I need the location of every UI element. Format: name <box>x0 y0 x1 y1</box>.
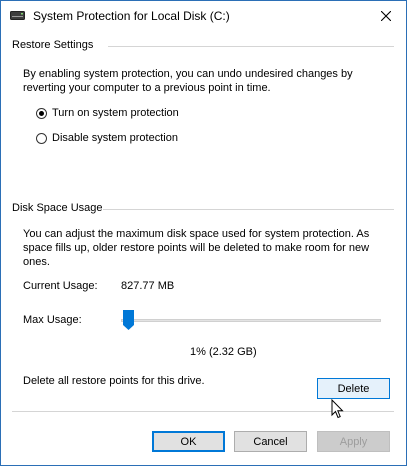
max-usage-slider-track[interactable] <box>121 319 381 322</box>
ok-button[interactable]: OK <box>152 431 225 452</box>
current-usage-value: 827.77 MB <box>121 280 175 292</box>
close-icon <box>381 11 391 21</box>
disk-description-line: ones. <box>23 256 50 268</box>
delete-description: Delete all restore points for this drive… <box>23 375 205 387</box>
max-usage-label: Max Usage: <box>23 314 82 326</box>
window-title: System Protection for Local Disk (C:) <box>33 9 230 23</box>
disk-space-divider <box>103 209 394 210</box>
current-usage-label: Current Usage: <box>23 280 98 292</box>
max-usage-slider-thumb[interactable] <box>123 310 135 330</box>
title-bar[interactable]: System Protection for Local Disk (C:) <box>1 1 406 31</box>
restore-description-line: By enabling system protection, you can u… <box>23 68 353 80</box>
radio-label: Disable system protection <box>52 132 178 144</box>
disk-space-description: You can adjust the maximum disk space us… <box>23 227 369 269</box>
restore-settings-description: By enabling system protection, you can u… <box>23 67 353 95</box>
restore-settings-divider <box>108 46 394 47</box>
radio-disable-protection[interactable]: Disable system protection <box>36 130 178 146</box>
disk-description-line: You can adjust the maximum disk space us… <box>23 228 370 240</box>
radio-button-unselected[interactable] <box>36 132 47 144</box>
close-button[interactable] <box>366 1 406 31</box>
disk-space-heading: Disk Space Usage <box>12 202 103 214</box>
restore-description-line: reverting your computer to a previous po… <box>23 82 271 94</box>
restore-settings-heading: Restore Settings <box>12 39 94 51</box>
drive-icon <box>10 11 25 20</box>
mouse-cursor-icon <box>331 398 345 422</box>
disk-description-line: space fills up, older restore points wil… <box>23 242 370 254</box>
radio-button-selected[interactable] <box>36 107 47 119</box>
apply-button[interactable]: Apply <box>317 431 390 452</box>
cancel-button[interactable]: Cancel <box>234 431 307 452</box>
radio-label: Turn on system protection <box>52 107 179 119</box>
delete-button[interactable]: Delete <box>317 378 390 399</box>
radio-turn-on-protection[interactable]: Turn on system protection <box>36 105 179 121</box>
system-protection-dialog: System Protection for Local Disk (C:) Re… <box>0 0 407 466</box>
max-usage-value: 1% (2.32 GB) <box>190 346 257 358</box>
